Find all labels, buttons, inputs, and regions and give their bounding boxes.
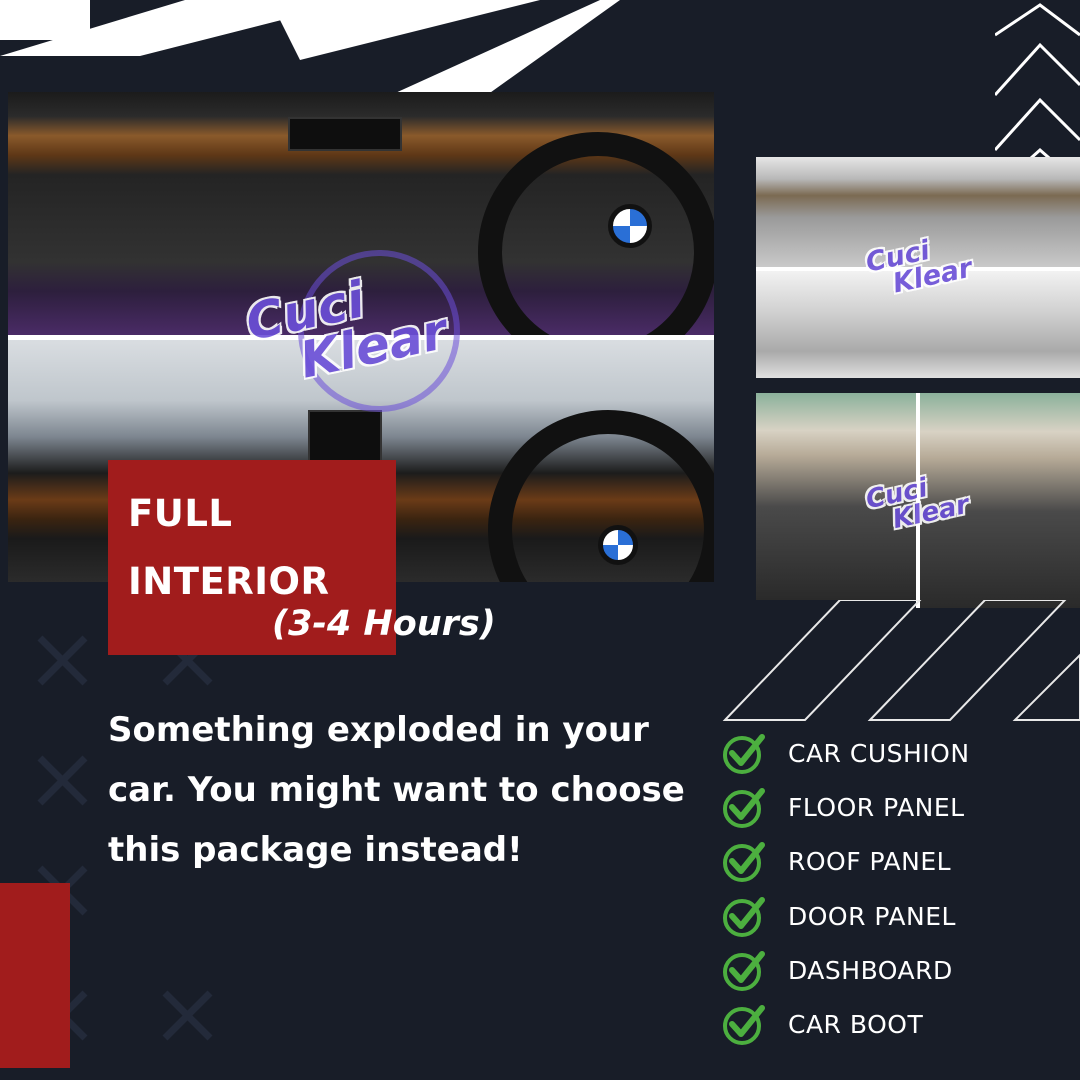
checklist-item: ROOF PANEL (722, 839, 951, 883)
check-circle-icon (723, 734, 765, 774)
red-accent-bar (0, 883, 70, 1068)
checklist-item-label: DASHBOARD (788, 955, 953, 985)
duration-label: (3-4 Hours) (272, 604, 496, 644)
checklist-item: DOOR PANEL (722, 894, 956, 938)
checklist-item: CAR BOOT (722, 1002, 923, 1046)
checklist-item-label: ROOF PANEL (788, 846, 952, 876)
check-circle-icon (723, 951, 765, 991)
check-circle-icon (723, 1005, 765, 1045)
checklist-item-label: FLOOR PANEL (788, 792, 965, 822)
checklist-item: FLOOR PANEL (722, 785, 965, 829)
title-line2: INTERIOR (128, 560, 330, 603)
title-line1: FULL (128, 492, 233, 535)
checklist-item-label: CAR CUSHION (788, 738, 970, 768)
checklist-item: DASHBOARD (722, 948, 953, 992)
check-circle-icon (723, 897, 765, 937)
package-description: Something exploded in your car. You migh… (108, 710, 685, 870)
check-circle-icon (723, 842, 765, 882)
check-circle-icon (723, 788, 765, 828)
checklist-item-label: DOOR PANEL (788, 901, 956, 931)
checklist-item-label: CAR BOOT (788, 1009, 924, 1039)
checklist-item: CAR CUSHION (722, 731, 970, 775)
